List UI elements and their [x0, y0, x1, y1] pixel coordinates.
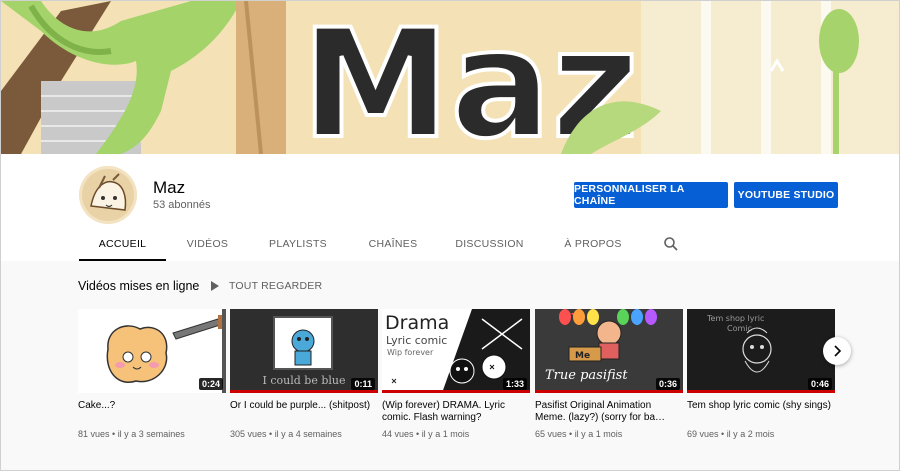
avatar-image [79, 166, 137, 224]
video-thumbnail[interactable]: Drama Lyric comic Wip forever 1:33 [382, 309, 530, 393]
view-count: 44 vues [382, 429, 414, 439]
channel-header: Maz 53 abonnés PERSONNALISER LA CHAÎNE Y… [1, 154, 899, 261]
video-title[interactable]: (Wip forever) DRAMA. Lyric comic. Flash … [382, 400, 530, 424]
youtube-studio-button[interactable]: YOUTUBE STUDIO [734, 182, 838, 208]
video-card[interactable]: I could be blue 0:11 Or I could be purpl… [230, 309, 378, 439]
channel-content: Vidéos mises en ligne TOUT REGARDER 0:24… [1, 261, 899, 470]
watch-progress-bar [687, 390, 835, 393]
watch-progress-bar [230, 390, 378, 393]
play-all-label: TOUT REGARDER [229, 280, 323, 292]
play-icon [211, 281, 219, 291]
channel-avatar[interactable] [79, 166, 137, 224]
video-meta: 65 vues • il y a 1 mois [535, 429, 623, 439]
view-count: 65 vues [535, 429, 567, 439]
thumbnail-caption: Drama [385, 312, 449, 334]
video-duration: 0:24 [198, 378, 223, 390]
tab-playlists[interactable]: PLAYLISTS [259, 230, 337, 261]
view-count: 305 vues [230, 429, 267, 439]
video-title[interactable]: Cake...? [78, 400, 226, 424]
upload-age: il y a 3 semaines [117, 429, 185, 439]
video-meta: 69 vues • il y a 2 mois [687, 429, 775, 439]
view-count: 81 vues [78, 429, 110, 439]
thumbnail-caption: Wip forever [387, 348, 434, 357]
video-card[interactable]: Tem shop lyric Comic 0:46 Tem shop lyric… [687, 309, 835, 439]
upload-age: il y a 1 mois [574, 429, 623, 439]
thumbnail-caption: Me [575, 351, 590, 361]
tab-discussion[interactable]: DISCUSSION [448, 230, 531, 261]
thumbnail-caption: I could be blue [263, 374, 346, 387]
shelf-title[interactable]: Vidéos mises en ligne [78, 279, 199, 293]
view-count: 69 vues [687, 429, 719, 439]
video-title[interactable]: Or I could be purple... (shitpost) [230, 400, 378, 424]
channel-banner: Maz [1, 1, 899, 154]
upload-age: il y a 2 mois [726, 429, 775, 439]
video-title[interactable]: Pasifist Original Animation Meme. (lazy?… [535, 400, 683, 424]
video-duration: 0:11 [351, 378, 375, 390]
shelf-next-button[interactable] [823, 337, 851, 365]
channel-name[interactable]: Maz [153, 178, 185, 198]
video-thumbnail[interactable]: 0:24 [78, 309, 226, 393]
upload-age: il y a 1 mois [421, 429, 470, 439]
video-card[interactable]: 0:24 Cake...? 81 vues • il y a 3 semaine… [78, 309, 226, 439]
watch-progress-bar [535, 390, 683, 393]
tab-accueil[interactable]: ACCUEIL [79, 230, 166, 261]
video-meta: 305 vues • il y a 4 semaines [230, 429, 342, 439]
upload-age: il y a 4 semaines [274, 429, 342, 439]
thumbnail-caption: Tem shop lyric [706, 314, 764, 323]
video-duration: 1:33 [502, 378, 527, 390]
customize-channel-button[interactable]: PERSONNALISER LA CHAÎNE [574, 182, 728, 208]
video-thumbnail[interactable]: Tem shop lyric Comic 0:46 [687, 309, 835, 393]
channel-search-icon[interactable] [663, 236, 679, 252]
chevron-right-icon [834, 345, 842, 357]
thumbnail-caption: True pasifist [545, 368, 628, 383]
youtube-channel-page: Maz Maz 53 abonnés PERSONNALISER LA CHAÎ… [0, 0, 900, 471]
video-meta: 81 vues • il y a 3 semaines [78, 429, 185, 439]
watch-progress-bar [382, 390, 530, 393]
tab-chaines[interactable]: CHAÎNES [358, 230, 428, 261]
video-title[interactable]: Tem shop lyric comic (shy sings) [687, 400, 835, 424]
video-duration: 0:46 [807, 378, 832, 390]
tab-videos[interactable]: VIDÉOS [174, 230, 241, 261]
banner-artwork: Maz [1, 1, 899, 154]
video-card[interactable]: Me True pasifist 0:36 Pasifist Original … [535, 309, 683, 439]
video-card[interactable]: Drama Lyric comic Wip forever 1:33 (Wip … [382, 309, 530, 439]
video-meta: 44 vues • il y a 1 mois [382, 429, 470, 439]
subscriber-count: 53 abonnés [153, 199, 211, 211]
thumbnail-caption: Lyric comic [386, 334, 447, 347]
play-all-button[interactable]: TOUT REGARDER [211, 279, 322, 293]
video-thumbnail[interactable]: I could be blue 0:11 [230, 309, 378, 393]
tab-a-propos[interactable]: À PROPOS [556, 230, 630, 261]
video-duration: 0:36 [655, 378, 680, 390]
video-thumbnail[interactable]: Me True pasifist 0:36 [535, 309, 683, 393]
